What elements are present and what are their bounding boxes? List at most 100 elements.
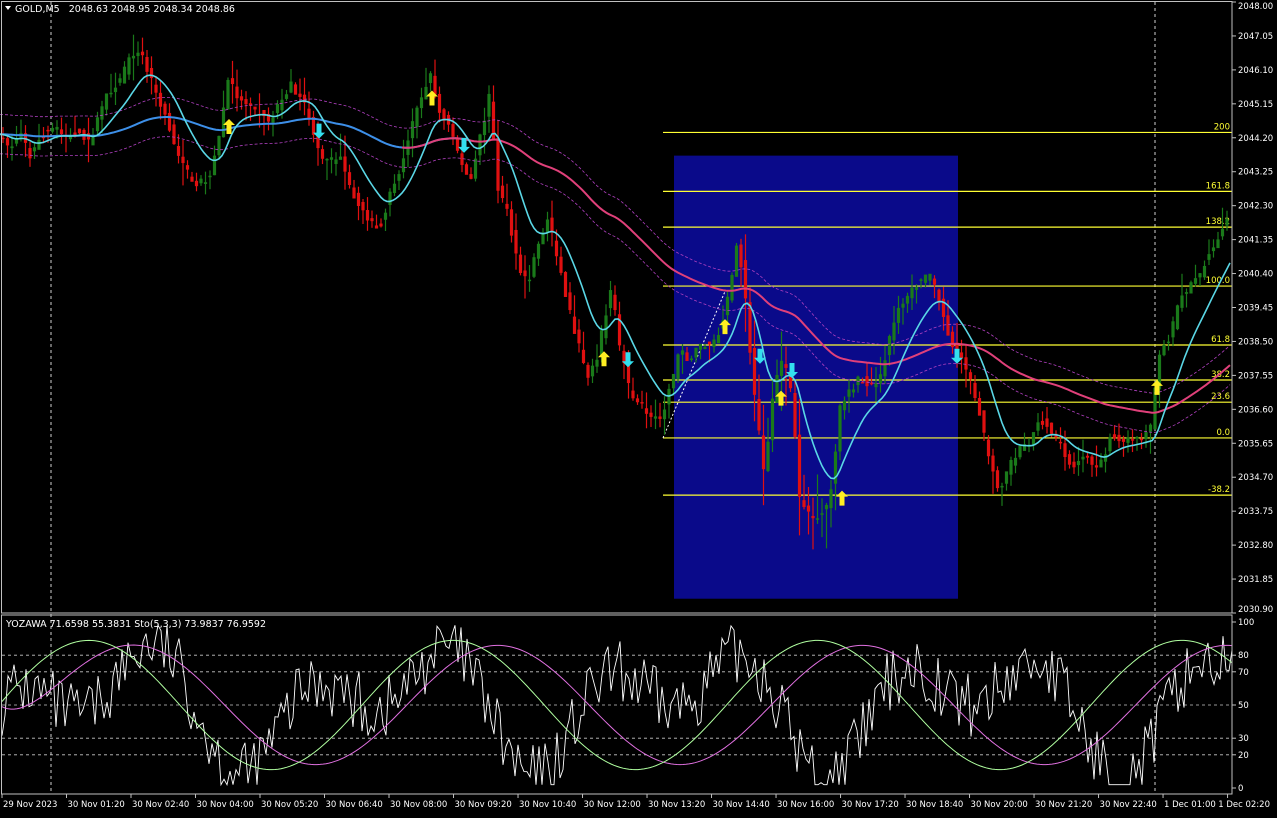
bar-body xyxy=(928,273,932,281)
price-bar xyxy=(1198,272,1202,287)
bar-body xyxy=(559,256,563,273)
bar-body xyxy=(338,156,343,160)
y-tick-label: 2031.85 xyxy=(1238,575,1273,585)
bar-body xyxy=(1036,422,1040,431)
x-tick-label: 30 Nov 13:20 xyxy=(648,800,705,810)
price-bar xyxy=(613,285,617,316)
ohlc-values: 2048.63 2048.95 2048.34 2048.86 xyxy=(69,4,235,15)
bar-body xyxy=(190,176,194,182)
bar-body xyxy=(487,93,491,117)
price-bar xyxy=(1090,454,1094,477)
price-bar xyxy=(158,79,163,120)
highlight-box xyxy=(674,155,958,599)
bar-body xyxy=(581,349,586,364)
bar-body xyxy=(752,348,757,395)
bar-body xyxy=(964,357,968,370)
price-bar xyxy=(1031,432,1036,451)
bar-body xyxy=(982,410,986,433)
bar-body xyxy=(100,106,104,120)
bar-body xyxy=(946,315,950,336)
price-bar xyxy=(172,119,176,145)
bar-body xyxy=(568,292,572,311)
price-bar xyxy=(73,115,77,138)
price-bar xyxy=(1166,334,1171,351)
price-pane-frame xyxy=(1,1,1233,614)
bar-body xyxy=(1058,441,1063,444)
price-bar xyxy=(986,435,991,465)
bar-body xyxy=(122,66,127,84)
bar-body xyxy=(523,270,527,277)
bar-body xyxy=(878,374,883,384)
price-bar xyxy=(1144,424,1148,448)
bar-body xyxy=(253,106,257,110)
bar-body xyxy=(887,335,892,356)
y-tick-label: 2042.30 xyxy=(1238,202,1273,212)
bar-body xyxy=(1202,265,1207,278)
bar-body xyxy=(410,121,415,139)
price-bar xyxy=(338,133,343,160)
bar-body xyxy=(919,279,923,281)
bar-body xyxy=(595,359,599,367)
price-bar xyxy=(1193,264,1198,287)
fib-level-label: 200 xyxy=(1214,122,1230,132)
bar-body xyxy=(689,358,694,360)
y-tick-label: 2032.80 xyxy=(1238,541,1273,551)
bar-body xyxy=(671,373,676,389)
price-bar xyxy=(532,253,536,279)
price-bar xyxy=(604,304,608,345)
bar-body xyxy=(172,124,176,145)
bar-body xyxy=(1076,460,1081,466)
price-bar xyxy=(1202,260,1207,280)
x-tick-label: 30 Nov 20:00 xyxy=(971,800,1028,810)
price-bar xyxy=(734,242,739,277)
price-bar xyxy=(1022,432,1027,451)
price-bar xyxy=(131,34,136,81)
bar-body xyxy=(505,203,509,209)
triangle-down-icon[interactable] xyxy=(5,6,11,10)
bar-body xyxy=(176,146,181,156)
x-tick-label: 30 Nov 02:40 xyxy=(132,800,189,810)
x-tick-label: 30 Nov 18:40 xyxy=(906,800,963,810)
price-bar xyxy=(1225,210,1229,231)
bar-body xyxy=(1130,439,1135,441)
price-bar xyxy=(649,405,653,428)
bar-body xyxy=(572,316,577,334)
chart-canvas[interactable]: 200161.8138.2100.061.838.223.60.0-38.2 2… xyxy=(0,0,1277,814)
bar-body xyxy=(806,505,811,512)
bar-body xyxy=(797,434,802,497)
bar-body xyxy=(307,108,311,119)
bar-body xyxy=(1193,278,1198,284)
price-bar xyxy=(401,139,406,179)
x-tick-label: 30 Nov 06:40 xyxy=(326,800,383,810)
bar-body xyxy=(536,243,541,259)
y-tick-label: 2034.70 xyxy=(1238,473,1273,483)
bar-body xyxy=(397,174,401,181)
bar-body xyxy=(1099,459,1103,468)
price-bar xyxy=(226,77,230,110)
bar-body xyxy=(770,398,775,441)
chart-window[interactable]: 200 161.8 138.2 100.0 61.8 38.2 23.6 0.0 -38.2 2… xyxy=(0,0,1277,814)
bar-body xyxy=(203,182,208,184)
price-bar xyxy=(104,93,109,116)
price-bar xyxy=(379,218,383,228)
price-bar xyxy=(572,295,577,334)
x-tick-label: 29 Nov 2023 xyxy=(3,800,57,810)
bar-body xyxy=(329,157,334,160)
x-tick-label: 30 Nov 10:40 xyxy=(519,800,576,810)
bar-body xyxy=(793,392,797,437)
price-bar xyxy=(1121,435,1126,457)
bar-body xyxy=(1117,434,1121,442)
bar-body xyxy=(482,120,487,136)
price-bar xyxy=(190,171,194,182)
bar-body xyxy=(545,219,550,233)
x-tick-label: 30 Nov 05:20 xyxy=(261,800,318,810)
bar-body xyxy=(1220,228,1225,237)
bar-body xyxy=(235,86,239,99)
bar-body xyxy=(1063,443,1067,458)
fib-level-label: 61.8 xyxy=(1211,335,1230,345)
fib-level-label: -38.2 xyxy=(1208,485,1230,495)
bar-body xyxy=(662,409,667,420)
price-bar xyxy=(1184,288,1189,308)
price-bar xyxy=(1207,239,1211,266)
bar-body xyxy=(1009,460,1013,475)
